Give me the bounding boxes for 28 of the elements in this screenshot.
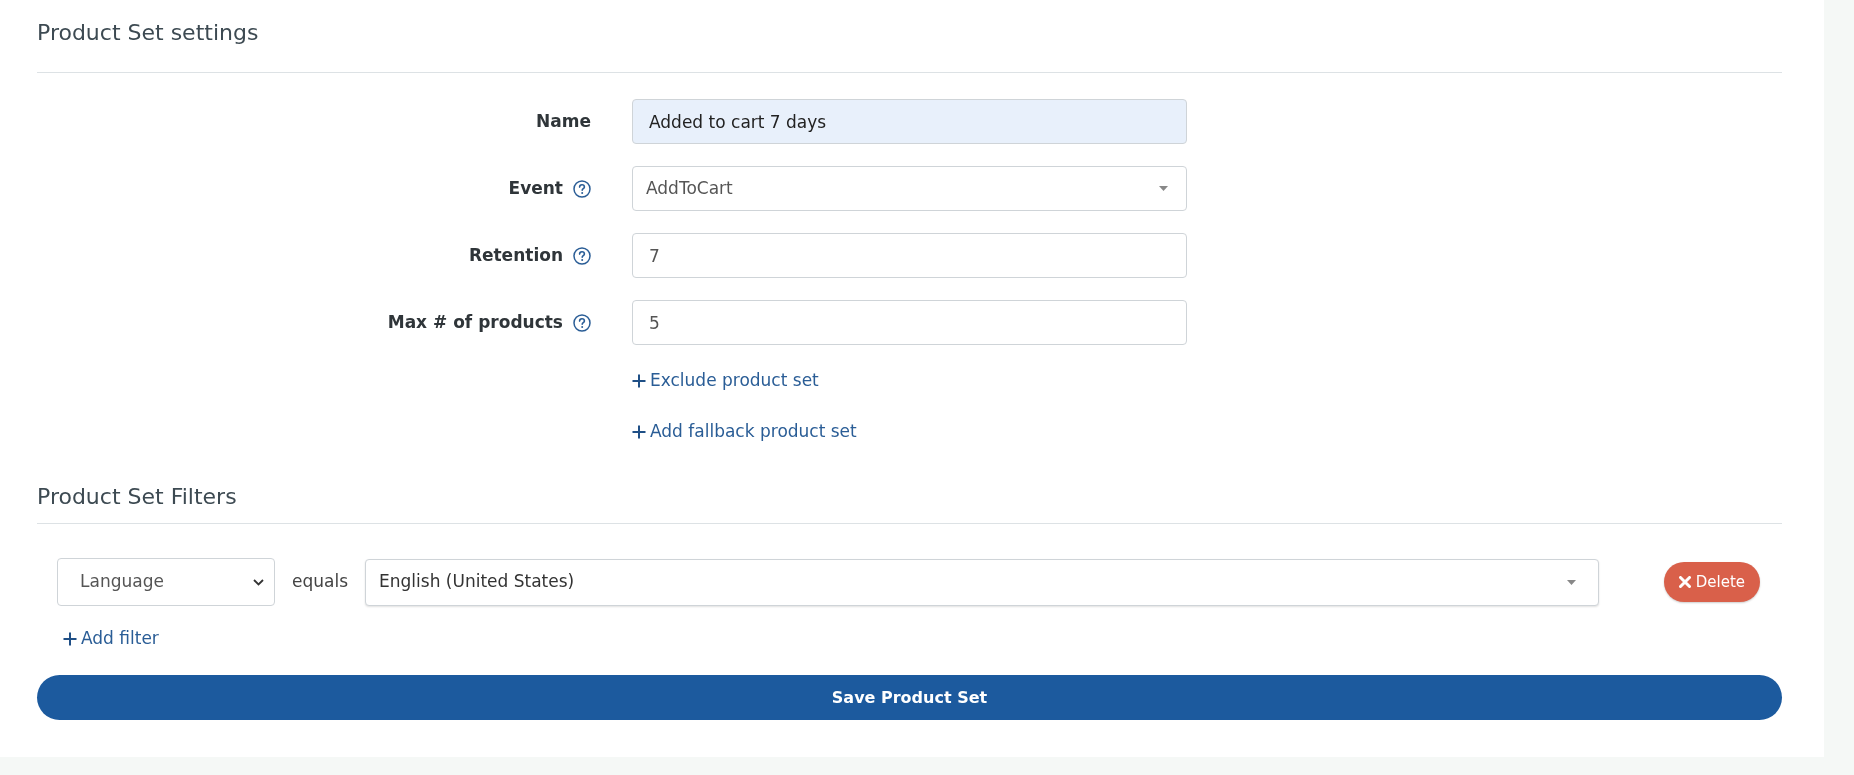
operator-label: equals	[292, 570, 349, 594]
delete-button[interactable]: Delete	[1663, 562, 1760, 602]
field-label: Max # of products	[387, 310, 563, 334]
help-icon[interactable]	[573, 313, 591, 332]
field-select[interactable]: Language	[57, 558, 275, 606]
plus-icon	[632, 374, 646, 388]
field-label: Name	[536, 109, 591, 133]
close-icon	[1678, 576, 1691, 588]
save-button[interactable]: Save Product Set	[37, 675, 1782, 720]
caret-icon	[1566, 579, 1576, 585]
text-input[interactable]: Added to cart 7 days	[632, 99, 1187, 144]
text-input[interactable]: 7	[632, 233, 1187, 278]
value-dropdown[interactable]: English (United States)	[365, 558, 1599, 606]
field-label: Event	[508, 176, 563, 200]
add-link[interactable]: Add filter	[63, 627, 159, 651]
add-link[interactable]: Add fallback product set	[632, 420, 857, 444]
plus-icon	[63, 632, 77, 646]
help-icon[interactable]	[573, 246, 591, 265]
help-icon[interactable]	[573, 179, 591, 198]
caret-icon	[1159, 186, 1168, 191]
plus-icon	[632, 425, 646, 439]
field-label: Retention	[468, 243, 563, 267]
text-input[interactable]: 5	[632, 300, 1187, 345]
event-dropdown[interactable]: AddToCart	[632, 166, 1187, 211]
add-link[interactable]: Exclude product set	[632, 369, 819, 393]
section-title: Product Set settings	[37, 20, 260, 46]
chevron-down-icon	[253, 578, 264, 586]
section-title: Product Set Filters	[37, 484, 238, 510]
